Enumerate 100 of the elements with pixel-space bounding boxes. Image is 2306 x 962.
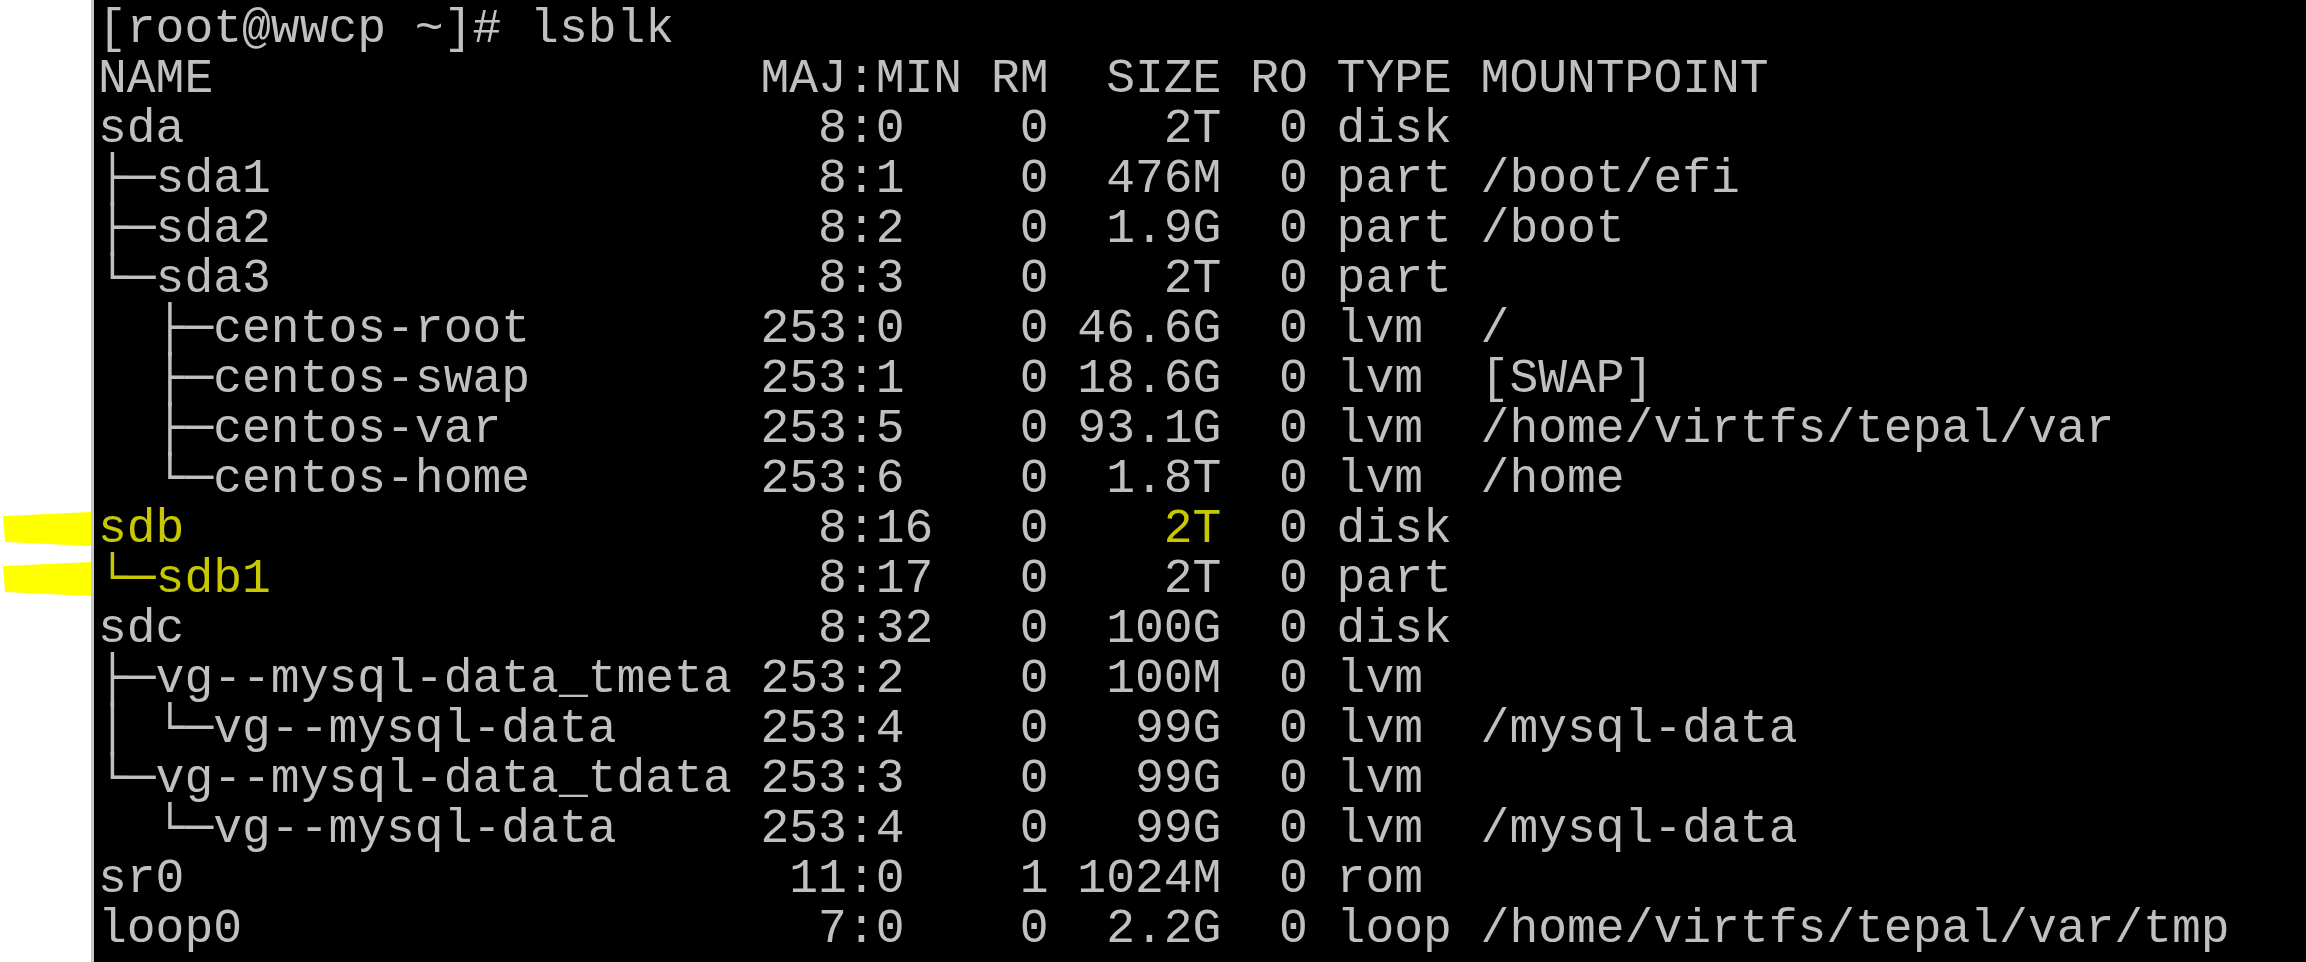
device-name: ├─sda1 — [98, 154, 271, 204]
table-cell: 8:17 — [818, 554, 934, 604]
table-cell: 0 — [1278, 804, 1308, 854]
table-cell: lvm — [1336, 404, 1423, 454]
table-cell: lvm — [1336, 454, 1423, 504]
table-cell: 8:1 — [818, 154, 905, 204]
table-cell: 0 — [1019, 354, 1049, 404]
table-cell: 0 — [1019, 754, 1049, 804]
table-cell: 253:4 — [760, 704, 905, 754]
table-cell: [SWAP] — [1480, 354, 1654, 404]
table-cell: 99G — [1134, 754, 1222, 804]
column-header: RO — [1250, 54, 1308, 104]
table-cell: 0 — [1278, 704, 1308, 754]
table-cell: 0 — [1278, 504, 1308, 554]
table-cell: 0 — [1019, 154, 1049, 204]
column-header: SIZE — [1106, 54, 1222, 104]
command-prompt: [root@wwcp ~]# lsblk — [98, 4, 675, 54]
table-cell: 2.2G — [1106, 904, 1222, 954]
table-cell: loop — [1336, 904, 1452, 954]
table-cell: 0 — [1019, 104, 1049, 154]
table-cell: 0 — [1278, 154, 1308, 204]
table-cell: disk — [1336, 604, 1452, 654]
table-cell: 8:3 — [818, 254, 905, 304]
table-cell: lvm — [1336, 754, 1423, 804]
table-cell: /mysql-data — [1480, 804, 1798, 854]
table-cell: 253:6 — [760, 454, 905, 504]
table-cell: 0 — [1278, 404, 1308, 454]
table-cell: 0 — [1019, 304, 1049, 354]
table-cell: 0 — [1278, 554, 1308, 604]
table-cell: part — [1336, 154, 1452, 204]
column-header: MAJ:MIN — [760, 54, 963, 104]
table-cell: 1 — [1019, 854, 1049, 904]
table-cell: 253:1 — [760, 354, 905, 404]
table-cell: 0 — [1019, 654, 1049, 704]
table-cell: 0 — [1019, 804, 1049, 854]
table-cell: 93.1G — [1077, 404, 1222, 454]
table-cell: 2T — [1163, 254, 1222, 304]
table-cell: 8:0 — [818, 104, 905, 154]
table-cell: 0 — [1278, 604, 1308, 654]
table-cell: 0 — [1278, 754, 1308, 804]
table-cell: 0 — [1278, 304, 1308, 354]
device-name: loop0 — [98, 904, 243, 954]
table-cell: 0 — [1019, 554, 1049, 604]
table-cell: lvm — [1336, 354, 1423, 404]
table-cell: 11:0 — [789, 854, 905, 904]
table-cell: 0 — [1278, 454, 1308, 504]
table-cell: 0 — [1019, 404, 1049, 454]
table-cell: 0 — [1019, 604, 1049, 654]
table-cell: rom — [1336, 854, 1423, 904]
table-cell: lvm — [1336, 704, 1423, 754]
table-cell: 0 — [1019, 254, 1049, 304]
table-cell: 0 — [1019, 454, 1049, 504]
table-cell: 8:16 — [818, 504, 934, 554]
column-header: RM — [990, 54, 1049, 104]
table-cell: 253:3 — [760, 754, 905, 804]
table-cell: lvm — [1336, 804, 1423, 854]
table-cell: 7:0 — [818, 904, 905, 954]
table-cell: 0 — [1019, 204, 1049, 254]
table-cell: 2T — [1163, 104, 1222, 154]
column-header: MOUNTPOINT — [1480, 54, 1769, 104]
device-name: └─vg--mysql-data — [154, 804, 617, 854]
table-cell: 0 — [1278, 654, 1308, 704]
table-cell: 1.8T — [1106, 454, 1222, 504]
table-cell: lvm — [1336, 304, 1423, 354]
table-cell: 1.9G — [1106, 204, 1222, 254]
table-cell: 8:2 — [818, 204, 905, 254]
table-cell: /home/virtfs/tepal/var/tmp — [1480, 904, 2230, 954]
table-cell: disk — [1336, 504, 1452, 554]
table-cell: 0 — [1278, 104, 1308, 154]
table-cell: /boot/efi — [1480, 154, 1740, 204]
column-header: NAME — [98, 54, 214, 104]
table-cell: 0 — [1019, 504, 1049, 554]
table-cell: part — [1336, 254, 1452, 304]
table-cell: 0 — [1278, 854, 1308, 904]
table-cell: 8:32 — [818, 604, 934, 654]
column-header: TYPE — [1336, 54, 1452, 104]
table-cell: 100M — [1106, 654, 1222, 704]
table-cell: /mysql-data — [1480, 704, 1798, 754]
table-cell: 46.6G — [1077, 304, 1222, 354]
table-cell: 0 — [1278, 904, 1308, 954]
table-cell: / — [1480, 304, 1510, 354]
table-cell: /home/virtfs/tepal/var — [1480, 404, 2115, 454]
table-cell: 99G — [1134, 804, 1222, 854]
table-cell: 253:5 — [760, 404, 905, 454]
table-cell: 2T — [1163, 504, 1222, 554]
table-cell: 253:0 — [760, 304, 905, 354]
table-cell: 100G — [1106, 604, 1222, 654]
device-name: sr0 — [98, 854, 185, 904]
table-cell: 253:2 — [760, 654, 905, 704]
table-cell: 2T — [1163, 554, 1222, 604]
table-cell: 476M — [1106, 154, 1222, 204]
table-cell: disk — [1336, 104, 1452, 154]
table-cell: part — [1336, 554, 1452, 604]
table-cell: 99G — [1134, 704, 1222, 754]
table-cell: 0 — [1278, 254, 1308, 304]
table-cell: /home — [1480, 454, 1625, 504]
table-cell: 1024M — [1077, 854, 1222, 904]
device-name: ├─vg--mysql-data_tmeta — [98, 654, 732, 704]
device-name: └─sdb1 — [98, 554, 271, 604]
table-cell: lvm — [1336, 654, 1423, 704]
